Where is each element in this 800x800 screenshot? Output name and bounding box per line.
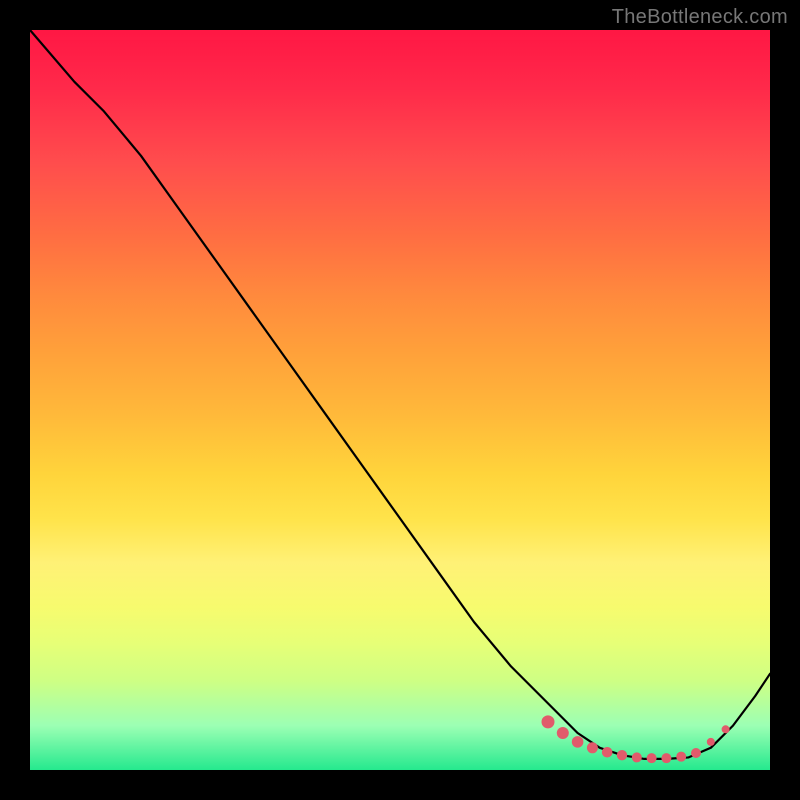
marker-point <box>661 753 671 763</box>
watermark-text: TheBottleneck.com <box>612 6 788 29</box>
marker-point <box>587 742 598 753</box>
marker-point <box>557 727 569 739</box>
marker-point <box>542 715 555 728</box>
marker-point <box>707 738 715 746</box>
marker-point <box>676 752 686 762</box>
marker-point <box>617 750 627 760</box>
bottleneck-curve-line <box>30 30 770 759</box>
marker-point <box>691 748 701 758</box>
chart-svg <box>30 30 770 770</box>
chart-frame: TheBottleneck.com <box>0 0 800 800</box>
marker-group <box>542 715 730 763</box>
marker-point <box>572 736 584 748</box>
plot-area <box>30 30 770 770</box>
marker-point <box>602 747 613 758</box>
marker-point <box>647 753 657 763</box>
marker-point <box>632 752 642 762</box>
marker-point <box>722 725 730 733</box>
